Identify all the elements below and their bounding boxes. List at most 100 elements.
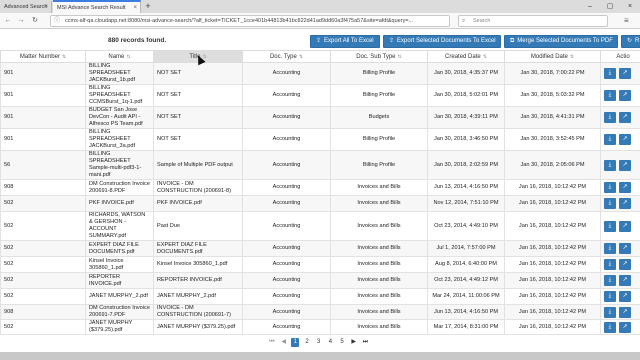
modified-date-cell: Jan 30, 2018, 5:03:32 PM — [504, 84, 601, 107]
table-row[interactable]: 502 RICHARDS, WATSON & GERSHON - ACCOUNT … — [0, 211, 640, 241]
taskbar — [0, 352, 640, 360]
merge-pdf-button[interactable]: ⧉ Merge Selected Documents To PDF — [504, 35, 618, 48]
name-cell: BILLING SPREADSHEET CCMSBurst_1q-1.pdf — [85, 84, 154, 107]
download-icon[interactable]: ⤓ — [604, 90, 616, 101]
table-row[interactable]: 908 DM Construction Invoice 200691-7.PDF I… — [0, 304, 640, 320]
table-row[interactable]: 901 BILLING SPREADSHEET CCMSBurst_1q-1.pd… — [0, 84, 640, 107]
header-label: Doc. Type — [269, 53, 297, 60]
address-bar[interactable]: ⓘ ccms-alf-qa.cloudapp.net:8080/msi-adva… — [50, 15, 450, 27]
sort-icon: ⇅ — [397, 53, 402, 60]
more-button[interactable]: ↻ R — [621, 35, 640, 48]
header-label: Name — [108, 53, 125, 60]
table-row[interactable]: 56 BILLING SPREADSHEET Sample-multi-pdf3-… — [0, 150, 640, 180]
maximize-icon[interactable]: ▢ — [600, 0, 620, 13]
page-button-2[interactable]: 2 — [303, 338, 311, 347]
page-button-5[interactable]: 5 — [338, 338, 346, 347]
table-row[interactable]: 908 DM Construction Invoice 200691-8.PDF I… — [0, 179, 640, 196]
table-row[interactable]: 502 EXPERT DIAZ FILE DOCUMENTS.pdf EXPERT … — [0, 240, 640, 257]
column-header-modified-date[interactable]: Modified Date ⇅ — [504, 50, 601, 63]
created-date-cell: Oct 23, 2014, 4:49:12 PM — [427, 272, 505, 289]
download-icon[interactable]: ⤓ — [604, 306, 616, 318]
refresh-icon: ↻ — [627, 38, 633, 44]
open-in-new-icon[interactable]: ↗ — [619, 159, 631, 171]
open-in-new-icon[interactable]: ↗ — [619, 321, 631, 333]
column-header-created-date[interactable]: Created Date ⇅ — [427, 50, 505, 63]
download-icon[interactable]: ⤓ — [604, 275, 616, 286]
open-in-new-icon[interactable]: ↗ — [619, 90, 631, 101]
download-icon[interactable]: ⤓ — [604, 68, 616, 79]
open-in-new-icon[interactable]: ↗ — [619, 198, 631, 209]
open-in-new-icon[interactable]: ↗ — [619, 275, 631, 286]
open-in-new-icon[interactable]: ↗ — [619, 306, 631, 318]
header-label: Modified Date — [530, 53, 568, 60]
download-icon[interactable]: ⤓ — [604, 291, 616, 302]
open-in-new-icon[interactable]: ↗ — [619, 243, 631, 254]
forward-icon[interactable]: → — [16, 15, 26, 27]
download-icon[interactable]: ⤓ — [604, 198, 616, 209]
close-icon[interactable]: × — [44, 1, 48, 13]
browser-tab-bar: Advanced Search × MSI Advance Search Res… — [0, 0, 640, 13]
matter-number-cell: 502 — [0, 195, 86, 212]
tab-search-result[interactable]: MSI Advance Search Result × — [53, 0, 141, 13]
download-icon[interactable]: ⤓ — [604, 112, 616, 123]
created-date-cell: Mar 24, 2014, 11:00:06 PM — [427, 288, 505, 305]
browser-search-input[interactable]: ⌕ Search — [458, 15, 608, 27]
column-header-doc-sub-type[interactable]: Doc. Sub Type ⇅ — [330, 50, 428, 63]
modified-date-cell: Jan 30, 2018, 2:05:06 PM — [504, 150, 601, 180]
title-cell: NOT SET — [153, 106, 243, 129]
download-icon[interactable]: ⤓ — [604, 182, 616, 193]
download-icon[interactable]: ⤓ — [604, 159, 616, 171]
page-button-3[interactable]: 3 — [315, 338, 323, 347]
export-selected-button[interactable]: ⇪ Export Selected Documents To Excel — [383, 35, 501, 48]
open-in-new-icon[interactable]: ↗ — [619, 112, 631, 123]
table-row[interactable]: 901 BILLING SPREADSHEET JACKBurst_3a.pdf N… — [0, 128, 640, 151]
table-row[interactable]: 502 REPORTER INVOICE.pdf REPORTER INVOICE.… — [0, 272, 640, 289]
reload-icon[interactable]: ↻ — [30, 15, 40, 27]
last-page-icon[interactable]: ⏭ — [361, 338, 369, 347]
doc-sub-type-cell: Invoices and Bills — [330, 240, 428, 257]
column-header-doc-type[interactable]: Doc. Type ⇅ — [242, 50, 331, 63]
download-icon[interactable]: ⤓ — [604, 134, 616, 145]
back-icon[interactable]: ← — [3, 15, 13, 27]
title-cell: Past Due — [153, 211, 243, 241]
doc-sub-type-cell: Billing Profile — [330, 128, 428, 151]
table-row[interactable]: 502 Kinsel Invoice 305860_1.pdf Kinsel Inv… — [0, 256, 640, 273]
next-page-icon[interactable]: ▶ — [350, 338, 358, 347]
header-label: Matter Number — [19, 53, 60, 60]
download-icon[interactable]: ⤓ — [604, 243, 616, 254]
modified-date-cell: Jan 16, 2018, 10:12:42 PM — [504, 195, 601, 212]
name-cell: BUDGET San Jose DevCon - Audit API - Alf… — [85, 106, 154, 129]
doc-sub-type-cell: Invoices and Bills — [330, 179, 428, 196]
close-icon[interactable]: × — [133, 2, 137, 13]
prev-page-icon[interactable]: ◀ — [280, 338, 288, 347]
column-header-matter-number[interactable]: Matter Number ⇅ — [0, 50, 86, 63]
column-header-name[interactable]: Name ⇅ — [85, 50, 154, 63]
doc-type-cell: Accounting — [242, 319, 331, 335]
first-page-icon[interactable]: ⏮ — [268, 338, 276, 347]
open-in-new-icon[interactable]: ↗ — [619, 259, 631, 270]
table-row[interactable]: 901 BILLING SPREADSHEET JACKBurst_1b.pdf N… — [0, 62, 640, 85]
sort-icon: ⇅ — [61, 53, 67, 60]
download-icon[interactable]: ⤓ — [604, 321, 616, 333]
download-icon[interactable]: ⤓ — [604, 220, 616, 232]
open-in-new-icon[interactable]: ↗ — [619, 134, 631, 145]
tab-advanced-search[interactable]: Advanced Search × — [0, 1, 52, 13]
table-row[interactable]: 901 BUDGET San Jose DevCon - Audit API - … — [0, 106, 640, 129]
download-icon[interactable]: ⤓ — [604, 259, 616, 270]
open-in-new-icon[interactable]: ↗ — [619, 68, 631, 79]
table-row[interactable]: 502 PKF INVOICE.pdf PKF INVOICE.pdf Account… — [0, 195, 640, 212]
new-tab-icon[interactable]: + — [143, 0, 153, 13]
title-cell: Sample of Multiple PDF output — [153, 150, 243, 180]
window-close-icon[interactable]: × — [620, 0, 640, 13]
open-in-new-icon[interactable]: ↗ — [619, 182, 631, 193]
open-in-new-icon[interactable]: ↗ — [619, 291, 631, 302]
table-row[interactable]: 502 JANET MURPHY_2.pdf JANET MURPHY_2.pdf A… — [0, 288, 640, 305]
table-row[interactable]: 502 JANET MURPHY ($379.25).pdf JANET MURPH… — [0, 319, 640, 335]
open-in-new-icon[interactable]: ↗ — [619, 220, 631, 232]
export-all-button[interactable]: ⇪ Export All To Excel — [310, 35, 380, 48]
page-button-4[interactable]: 4 — [326, 338, 334, 347]
menu-icon[interactable]: ≡ — [624, 16, 629, 25]
minimize-icon[interactable]: – — [580, 0, 600, 13]
page-button-1[interactable]: 1 — [291, 338, 300, 347]
actions-cell: ⤓ ↗ — [600, 288, 640, 305]
